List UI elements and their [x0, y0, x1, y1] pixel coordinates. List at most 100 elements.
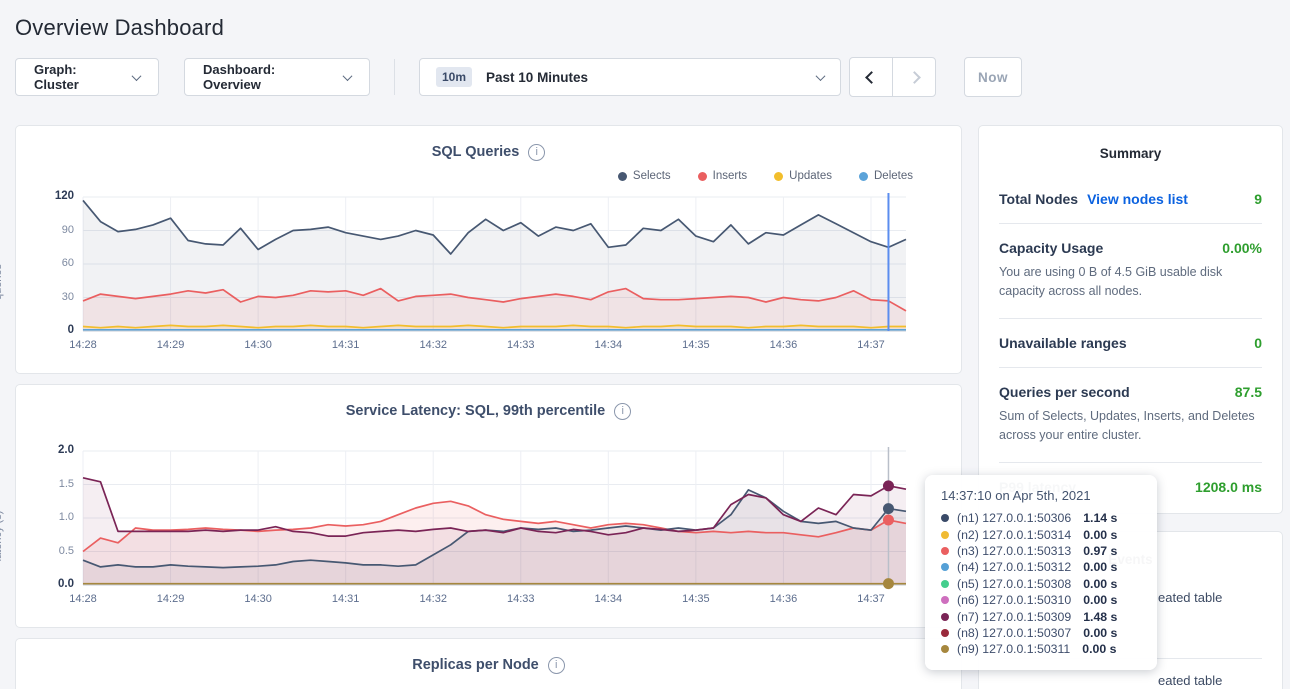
summary-panel: Summary Total Nodes View nodes list 9 Ca… — [978, 125, 1283, 514]
y-tick-label: 1.5 — [22, 478, 74, 490]
y-tick-label: 90 — [22, 224, 74, 236]
graph-scope-dropdown[interactable]: Graph: Cluster — [15, 58, 159, 96]
total-nodes-label: Total Nodes — [999, 191, 1078, 207]
node-color-dot — [941, 563, 949, 571]
x-tick-label: 14:28 — [53, 339, 113, 351]
event-item[interactable]: eated table — [1158, 673, 1222, 688]
tooltip-row: (n9) 127.0.0.1:503110.00 s — [941, 641, 1143, 657]
page-title: Overview Dashboard — [15, 15, 1283, 41]
chart-title: Service Latency: SQL, 99th percentile — [346, 403, 606, 419]
controls-divider — [394, 59, 395, 95]
capacity-usage-value: 0.00% — [1222, 240, 1262, 256]
x-tick-label: 14:31 — [316, 593, 376, 605]
summary-row-total-nodes: Total Nodes View nodes list 9 — [999, 191, 1262, 207]
tooltip-row: (n6) 127.0.0.1:503100.00 s — [941, 592, 1143, 608]
hover-marker — [883, 515, 894, 526]
x-tick-label: 14:34 — [578, 339, 638, 351]
node-latency-value: 0.00 s — [1083, 560, 1117, 574]
summary-row-unavailable-ranges: Unavailable ranges 0 — [999, 335, 1262, 351]
node-latency-value: 0.00 s — [1083, 577, 1117, 591]
divider — [999, 223, 1262, 224]
x-tick-label: 14:37 — [841, 593, 901, 605]
y-tick-label: 30 — [22, 291, 74, 303]
x-tick-label: 14:36 — [753, 339, 813, 351]
chart-plot[interactable]: 030609012014:2814:2914:3014:3114:3214:33… — [16, 187, 944, 365]
node-color-dot — [941, 531, 949, 539]
node-latency-value: 1.48 s — [1083, 610, 1117, 624]
x-tick-label: 14:33 — [491, 593, 551, 605]
legend-dot — [859, 172, 868, 181]
chart-title: SQL Queries — [432, 144, 520, 160]
hover-marker — [883, 503, 894, 514]
divider — [999, 367, 1262, 368]
now-button[interactable]: Now — [964, 57, 1022, 97]
node-color-dot — [941, 514, 949, 522]
time-range-label: Past 10 Minutes — [486, 70, 803, 85]
x-tick-label: 14:35 — [666, 593, 726, 605]
replicas-per-node-chart-card: Replicas per Node i — [15, 638, 962, 689]
legend-item[interactable]: Inserts — [698, 167, 748, 185]
qps-description: Sum of Selects, Updates, Inserts, and De… — [999, 407, 1262, 446]
divider — [999, 318, 1262, 319]
tooltip-rows: (n1) 127.0.0.1:503061.14 s(n2) 127.0.0.1… — [941, 510, 1143, 658]
service-latency-chart-card: Service Latency: SQL, 99th percentile i … — [15, 384, 962, 628]
legend-label: Selects — [633, 170, 671, 182]
y-tick-label: 1.0 — [22, 511, 74, 523]
qps-value: 87.5 — [1235, 384, 1262, 400]
sql-queries-chart-card: SQL Queries i Selects Inserts Updates Delet… — [15, 125, 962, 374]
dashboard-select-dropdown[interactable]: Dashboard: Overview — [184, 58, 370, 96]
chart-plot[interactable]: 0.00.51.01.52.014:2814:2914:3014:3114:32… — [16, 441, 944, 619]
x-tick-label: 14:30 — [228, 593, 288, 605]
node-address: (n6) 127.0.0.1:50310 — [957, 593, 1071, 607]
time-back-button[interactable] — [849, 57, 893, 97]
capacity-usage-description: You are using 0 B of 4.5 GiB usable disk… — [999, 263, 1262, 302]
y-axis-label: queries — [0, 242, 4, 322]
legend-dot — [774, 172, 783, 181]
chevron-right-icon — [908, 71, 921, 84]
graph-scope-dropdown-label: Graph: Cluster — [34, 62, 123, 92]
node-color-dot — [941, 547, 949, 555]
node-color-dot — [941, 613, 949, 621]
x-tick-label: 14:29 — [141, 339, 201, 351]
node-address: (n2) 127.0.0.1:50314 — [957, 528, 1071, 542]
legend-item[interactable]: Updates — [774, 167, 832, 185]
hover-marker — [883, 578, 894, 589]
legend-label: Updates — [789, 170, 832, 182]
y-tick-label: 2.0 — [22, 444, 74, 456]
event-item[interactable]: eated table — [1158, 590, 1222, 605]
qps-label: Queries per second — [999, 384, 1130, 400]
legend-item[interactable]: Selects — [618, 167, 671, 185]
divider — [999, 462, 1262, 463]
node-color-dot — [941, 580, 949, 588]
legend-dot — [618, 172, 627, 181]
chevron-left-icon — [865, 71, 878, 84]
view-nodes-list-link[interactable]: View nodes list — [1087, 191, 1188, 207]
x-tick-label: 14:32 — [403, 339, 463, 351]
time-forward-button[interactable] — [892, 57, 936, 97]
node-address: (n1) 127.0.0.1:50306 — [957, 511, 1071, 525]
info-icon[interactable]: i — [548, 657, 565, 674]
tooltip-row: (n4) 127.0.0.1:50312 0.00 s — [941, 559, 1143, 575]
y-tick-label: 120 — [22, 190, 74, 202]
info-icon[interactable]: i — [528, 144, 545, 161]
node-latency-value: 0.97 s — [1083, 544, 1117, 558]
time-range-picker[interactable]: 10m Past 10 Minutes — [419, 58, 841, 96]
legend-label: Deletes — [874, 170, 913, 182]
x-tick-label: 14:32 — [403, 593, 463, 605]
chart-hover-tooltip: 14:37:10 on Apr 5th, 2021 (n1) 127.0.0.1… — [925, 475, 1157, 670]
node-address: (n4) 127.0.0.1:50312 — [957, 560, 1071, 574]
capacity-usage-label: Capacity Usage — [999, 240, 1103, 256]
x-tick-label: 14:31 — [316, 339, 376, 351]
chevron-down-icon — [816, 71, 826, 81]
p99-latency-value: 1208.0 ms — [1195, 479, 1262, 495]
node-color-dot — [941, 629, 949, 637]
charts-column: SQL Queries i Selects Inserts Updates Delet… — [15, 125, 962, 689]
node-color-dot — [941, 645, 949, 653]
chart-legend: Selects Inserts Updates Deletes — [16, 167, 961, 185]
info-icon[interactable]: i — [614, 403, 631, 420]
legend-item[interactable]: Deletes — [859, 167, 913, 185]
y-tick-label: 0.5 — [22, 545, 74, 557]
y-tick-label: 0.0 — [22, 578, 74, 590]
x-tick-label: 14:29 — [141, 593, 201, 605]
node-latency-value: 0.00 s — [1082, 642, 1116, 656]
